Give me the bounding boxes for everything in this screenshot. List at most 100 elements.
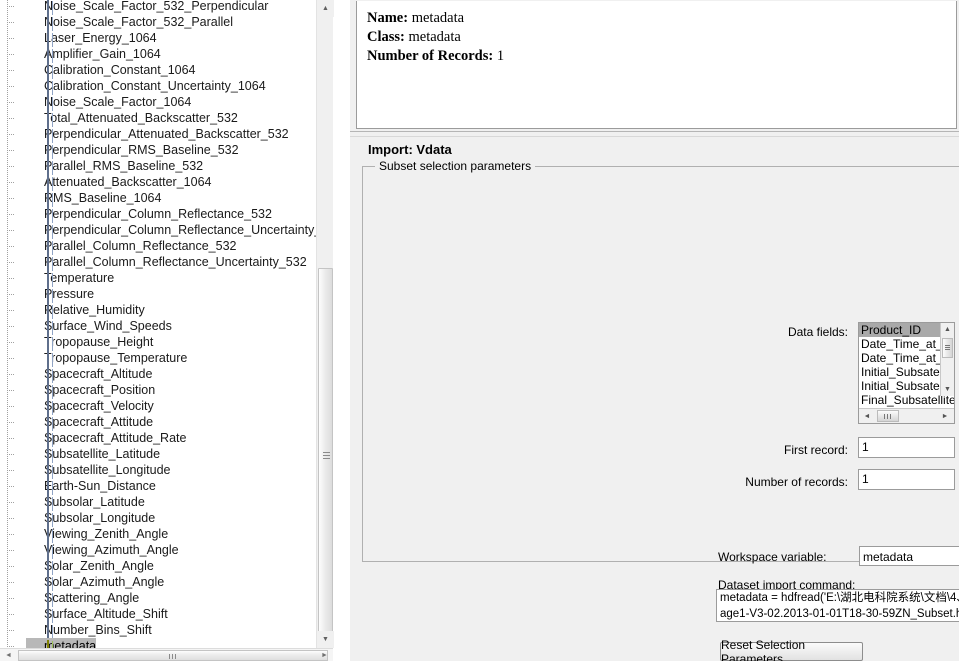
tree-horizontal-scrollbar[interactable]: ◄ ► — [0, 648, 333, 661]
listbox-scroll-down-glyph: ▼ — [944, 386, 951, 393]
tree-item-label: Earth-Sun_Distance — [44, 479, 156, 493]
tree-item[interactable]: Subsatellite_Longitude — [0, 462, 333, 480]
tree-item[interactable]: Amplifier_Gain_1064 — [0, 46, 333, 64]
number-of-records-input[interactable]: 1 — [858, 469, 955, 490]
tree-item[interactable]: metadata — [0, 638, 333, 648]
tree-vertical-scroll-thumb[interactable] — [318, 268, 333, 643]
tree-item[interactable]: Tropopause_Temperature — [0, 350, 333, 368]
import-panel-title: Import: Vdata — [368, 142, 452, 157]
listbox-scroll-down-arrow-icon[interactable]: ▼ — [941, 383, 954, 396]
tree-item[interactable]: RMS_Baseline_1064 — [0, 190, 333, 208]
tree-item-label: Parallel_Column_Reflectance_Uncertainty_… — [44, 255, 307, 269]
tree-vertical-scrollbar[interactable]: ▲ ▼ — [316, 0, 334, 648]
tree-item[interactable]: Pressure — [0, 286, 333, 304]
right-pane: Name: metadata Class: metadata Number of… — [350, 0, 959, 661]
number-of-records-label: Number of records: — [745, 475, 848, 489]
tree-item[interactable]: Spacecraft_Attitude — [0, 414, 333, 432]
tree-item[interactable]: Noise_Scale_Factor_532_Parallel — [0, 14, 333, 32]
first-record-input[interactable]: 1 — [858, 437, 955, 458]
hdf-import-tool-window: Noise_Scale_Factor_532_Perpendicular Nois… — [0, 0, 959, 661]
tree-connector-icon — [7, 526, 23, 542]
tree-connector-icon — [7, 46, 23, 62]
listbox-scroll-up-arrow-icon[interactable]: ▲ — [941, 323, 954, 336]
tree-item-label: Laser_Energy_1064 — [44, 31, 157, 45]
tree-list[interactable]: Noise_Scale_Factor_532_Perpendicular Nois… — [0, 0, 333, 648]
data-fields-listbox[interactable]: Product_ID Date_Time_at_G Date_Time_at_G In… — [858, 322, 955, 424]
tree-item[interactable]: Surface_Wind_Speeds — [0, 318, 333, 336]
tree-item-label: Pressure — [44, 287, 95, 301]
tree-item-label: Perpendicular_Attenuated_Backscatter_532 — [44, 127, 289, 141]
reset-selection-parameters-button[interactable]: Reset Selection Parameters — [720, 638, 863, 661]
scroll-right-arrow-icon[interactable]: ► — [316, 649, 333, 661]
tree-item[interactable]: Parallel_Column_Reflectance_Uncertainty_… — [0, 254, 333, 272]
tree-item[interactable]: Spacecraft_Velocity — [0, 398, 333, 416]
tree-item[interactable]: Temperature — [0, 270, 333, 288]
tree-item[interactable]: Subsolar_Latitude — [0, 494, 333, 512]
tree-item-label: Parallel_Column_Reflectance_532 — [44, 239, 237, 253]
tree-item[interactable]: Subsolar_Longitude — [0, 510, 333, 528]
tree-item-label: Number_Bins_Shift — [44, 623, 152, 637]
tree-item[interactable]: Spacecraft_Attitude_Rate — [0, 430, 333, 448]
tree-item-label: Attenuated_Backscatter_1064 — [44, 175, 212, 189]
tree-item[interactable]: Perpendicular_Column_Reflectance_Uncerta… — [0, 222, 333, 240]
tree-item-label: Calibration_Constant_Uncertainty_1064 — [44, 79, 266, 93]
tree-item[interactable]: Relative_Humidity — [0, 302, 333, 320]
tree-item[interactable]: Subsatellite_Latitude — [0, 446, 333, 464]
tree-item[interactable]: Parallel_RMS_Baseline_532 — [0, 158, 333, 176]
tree-item[interactable]: Perpendicular_Attenuated_Backscatter_532 — [0, 126, 333, 144]
tree-item-label: Spacecraft_Attitude — [44, 415, 154, 429]
tree-item-label: Noise_Scale_Factor_532_Perpendicular — [44, 0, 269, 13]
tree-item[interactable]: Calibration_Constant_1064 — [0, 62, 333, 80]
scroll-left-arrow-icon[interactable]: ◄ — [0, 649, 17, 661]
tree-item[interactable]: Spacecraft_Position — [0, 382, 333, 400]
tree-item[interactable]: Calibration_Constant_Uncertainty_1064 — [0, 78, 333, 96]
info-class-value: metadata — [408, 29, 461, 45]
dataset-import-command-box[interactable]: metadata = hdfread('E:\湖北电科院系统\文档\4、样例数据… — [716, 589, 959, 622]
tree-item[interactable]: Number_Bins_Shift — [0, 622, 333, 640]
tree-item[interactable]: Parallel_Column_Reflectance_532 — [0, 238, 333, 256]
listbox-vertical-scroll-thumb[interactable] — [942, 338, 953, 358]
tree-item-label: Spacecraft_Attitude_Rate — [44, 431, 187, 445]
tree-connector-icon — [7, 446, 23, 462]
tree-item[interactable]: Noise_Scale_Factor_1064 — [0, 94, 333, 112]
tree-horizontal-scroll-thumb[interactable] — [18, 650, 328, 661]
tree-item[interactable]: Viewing_Zenith_Angle — [0, 526, 333, 544]
tree-item[interactable]: Perpendicular_RMS_Baseline_532 — [0, 142, 333, 160]
tree-item[interactable]: Earth-Sun_Distance — [0, 478, 333, 496]
tree-item[interactable]: Spacecraft_Altitude — [0, 366, 333, 384]
tree-item[interactable]: Viewing_Azimuth_Angle — [0, 542, 333, 560]
tree-item[interactable]: Laser_Energy_1064 — [0, 30, 333, 48]
tree-connector-icon — [7, 110, 23, 126]
listbox-scroll-right-arrow-icon[interactable]: ► — [938, 409, 952, 423]
tree-scroll-area[interactable]: Noise_Scale_Factor_532_Perpendicular Nois… — [0, 0, 333, 648]
listbox-vertical-scrollbar[interactable]: ▲ ▼ — [940, 323, 954, 396]
first-record-label: First record: — [783, 443, 848, 457]
tree-item[interactable]: Scattering_Angle — [0, 590, 333, 608]
tree-connector-icon — [7, 302, 23, 318]
hdf-contents-tree-pane: Noise_Scale_Factor_532_Perpendicular Nois… — [0, 0, 350, 661]
tree-item[interactable]: Solar_Zenith_Angle — [0, 558, 333, 576]
tree-item-label: Subsolar_Latitude — [44, 495, 145, 509]
listbox-horizontal-scroll-thumb[interactable] — [877, 410, 899, 422]
tree-connector-icon — [7, 382, 23, 398]
scroll-down-arrow-icon[interactable]: ▼ — [317, 631, 334, 648]
tree-item[interactable]: Solar_Azimuth_Angle — [0, 574, 333, 592]
tree-connector-icon — [7, 430, 23, 446]
import-panel: Import: Vdata Subset selection parameter… — [350, 137, 959, 661]
tree-connector-icon — [7, 62, 23, 78]
tree-item[interactable]: Surface_Altitude_Shift — [0, 606, 333, 624]
listbox-horizontal-scrollbar[interactable]: ◄ ► — [859, 408, 954, 423]
tree-item-label: Perpendicular_Column_Reflectance_532 — [44, 207, 272, 221]
subset-selection-groupbox-label: Subset selection parameters — [375, 159, 536, 173]
workspace-variable-input[interactable]: metadata — [859, 546, 959, 566]
scroll-up-arrow-icon[interactable]: ▲ — [317, 0, 334, 17]
tree-item[interactable]: Total_Attenuated_Backscatter_532 — [0, 110, 333, 128]
tree-connector-icon — [7, 30, 23, 46]
tree-item[interactable]: Tropopause_Height — [0, 334, 333, 352]
tree-item[interactable]: Noise_Scale_Factor_532_Perpendicular — [0, 0, 333, 16]
listbox-scroll-left-arrow-icon[interactable]: ◄ — [860, 409, 874, 423]
tree-connector-icon — [7, 494, 23, 510]
tree-item[interactable]: Attenuated_Backscatter_1064 — [0, 174, 333, 192]
tree-item-label: metadata — [26, 638, 97, 648]
tree-item[interactable]: Perpendicular_Column_Reflectance_532 — [0, 206, 333, 224]
